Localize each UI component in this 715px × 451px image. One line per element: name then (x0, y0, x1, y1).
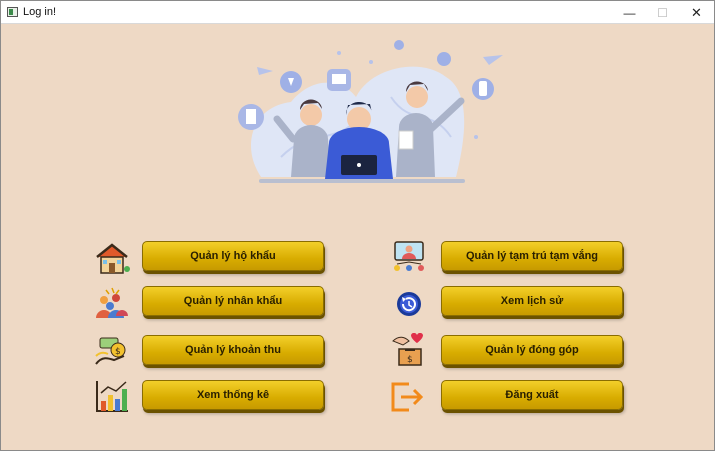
donation-box-icon: $ (392, 333, 423, 366)
app-icon (7, 7, 18, 17)
person-presentation-icon (394, 241, 424, 271)
resident-management-button[interactable]: Quản lý nhân khẩu (142, 286, 324, 316)
team-illustration (238, 40, 503, 183)
svg-text:$: $ (115, 347, 121, 357)
statistics-button[interactable]: Xem thống kê (142, 380, 324, 410)
contribution-management-button[interactable]: Quản lý đóng góp (441, 335, 623, 365)
household-management-button[interactable]: Quản lý hộ khẩu (142, 241, 324, 271)
maximize-button[interactable]: ☐ (646, 1, 679, 24)
title-bar: Log in! — ☐ ✕ (1, 1, 714, 24)
statistics-chart-icon (96, 381, 128, 412)
house-icon (96, 243, 130, 274)
fee-management-button[interactable]: Quản lý khoản thu (142, 335, 324, 365)
minimize-button[interactable]: — (613, 1, 646, 24)
svg-text:$: $ (407, 355, 413, 365)
logout-button[interactable]: Đăng xuất (441, 380, 623, 410)
temporary-residence-button[interactable]: Quản lý tạm trú tạm vắng (441, 241, 623, 271)
history-button[interactable]: Xem lịch sử (441, 286, 623, 316)
window-title: Log in! (23, 6, 57, 18)
history-icon (397, 292, 421, 316)
app-window: Log in! — ☐ ✕ $ Quản lý hộ khẩu Quản lý … (0, 0, 715, 451)
close-button[interactable]: ✕ (680, 1, 713, 24)
money-hand-icon: $ (95, 337, 126, 365)
logout-icon (391, 382, 424, 412)
people-group-icon (96, 287, 128, 318)
